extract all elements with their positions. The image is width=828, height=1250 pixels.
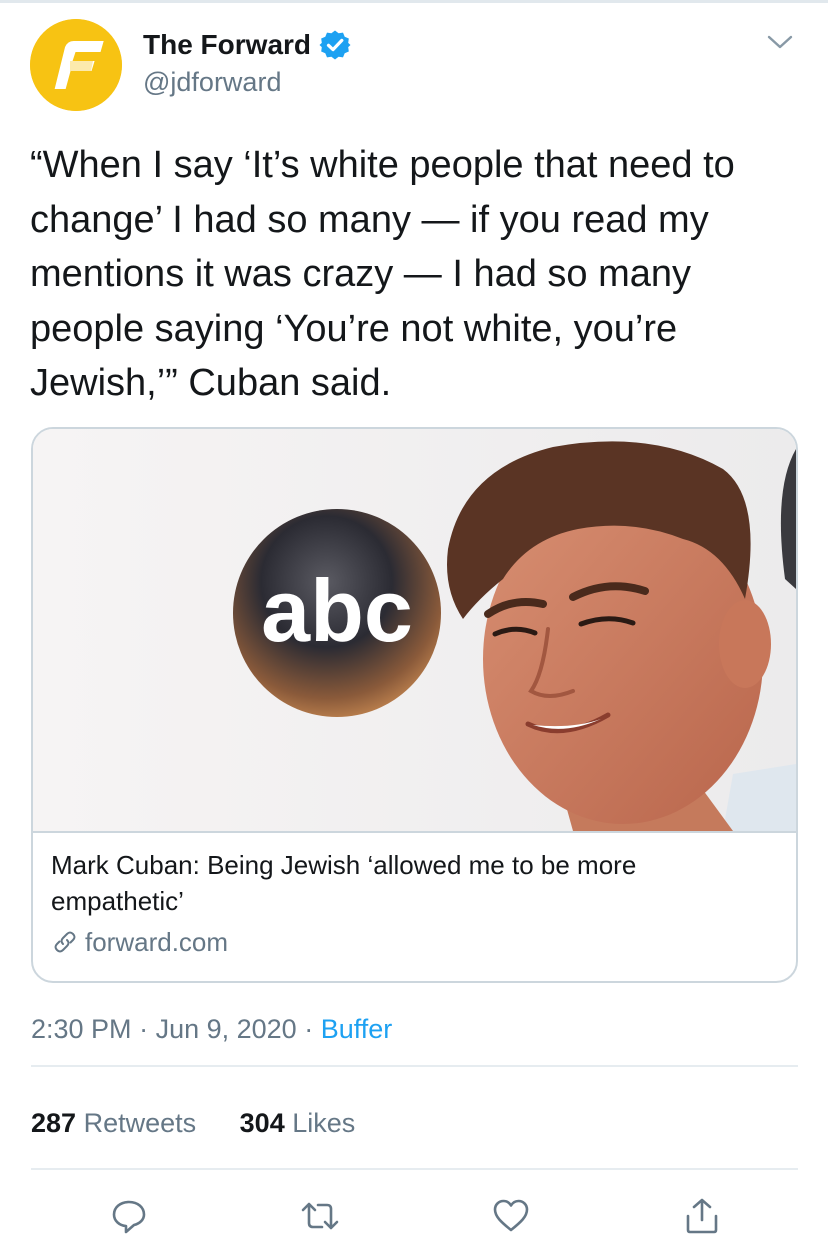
link-icon	[51, 928, 79, 956]
author-handle[interactable]: @jdforward	[143, 65, 281, 99]
author-name-text: The Forward	[143, 29, 312, 60]
retweets-stat[interactable]: 287 Retweets	[31, 1108, 196, 1138]
retweets-count: 287	[31, 1108, 77, 1138]
forward-logo-icon	[30, 19, 122, 111]
share-icon[interactable]	[682, 1196, 722, 1236]
chevron-down-icon[interactable]	[766, 32, 794, 52]
tweet-time: 2:30 PM	[31, 1014, 132, 1044]
card-title: Mark Cuban: Being Jewish ‘allowed me to …	[51, 850, 637, 916]
tweet-date[interactable]: Jun 9, 2020	[156, 1014, 297, 1044]
divider	[31, 1065, 798, 1067]
tweet-meta: 2:30 PM · Jun 9, 2020 · Buffer	[31, 1012, 392, 1046]
retweets-label: Retweets	[83, 1108, 197, 1138]
verified-badge-icon	[319, 29, 351, 61]
link-card[interactable]: abc Mark Cuban: Being Jewish ‘allowed me…	[31, 427, 798, 983]
tweet-detail-page: The Forward @jdforward “When I say ‘It’s…	[0, 0, 828, 1250]
tweet-text: “When I say ‘It’s white people that need…	[30, 144, 735, 404]
meta-separator: ·	[296, 1014, 321, 1044]
tweet-stats: 287 Retweets 304 Likes	[31, 1106, 391, 1140]
top-divider	[0, 0, 828, 3]
author-name[interactable]: The Forward	[143, 28, 351, 62]
likes-label: Likes	[292, 1108, 356, 1138]
avatar[interactable]	[30, 19, 122, 111]
likes-count: 304	[239, 1108, 285, 1138]
card-domain: forward.com	[51, 925, 228, 959]
reply-icon[interactable]	[109, 1196, 149, 1236]
likes-stat[interactable]: 304 Likes	[240, 1108, 356, 1138]
meta-separator: ·	[131, 1014, 156, 1044]
card-divider	[33, 831, 796, 833]
card-image: abc	[33, 429, 796, 831]
tweet-source[interactable]: Buffer	[321, 1014, 393, 1044]
divider	[31, 1168, 798, 1170]
card-domain-text: forward.com	[85, 927, 229, 957]
heart-icon[interactable]	[491, 1196, 531, 1236]
abc-logo-text: abc	[261, 561, 413, 660]
retweet-icon[interactable]	[300, 1196, 340, 1236]
